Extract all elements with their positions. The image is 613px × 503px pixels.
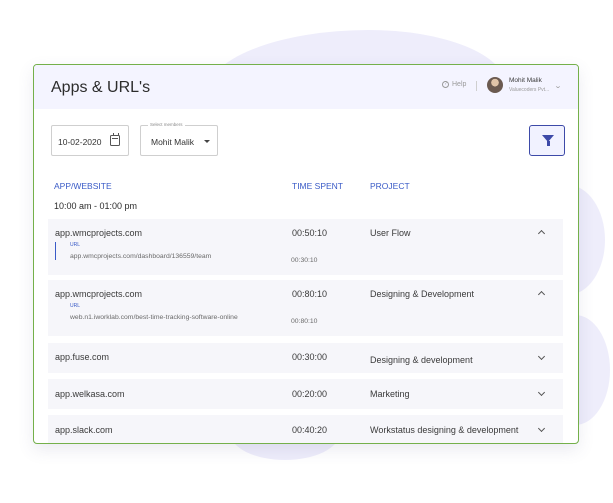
url-value[interactable]: app.wmcprojects.com/dashboard/136559/tea…	[70, 253, 211, 260]
url-label: URL	[70, 242, 81, 248]
table-row[interactable]: app.slack.com 00:40:20 Workstatus design…	[48, 415, 563, 443]
row-project: Designing & Development	[370, 289, 475, 299]
caret-down-icon	[204, 140, 210, 143]
chevron-down-icon[interactable]	[537, 352, 546, 361]
filter-icon	[542, 135, 554, 146]
page-title: Apps & URL's	[51, 79, 151, 96]
url-time: 00:80:10	[291, 318, 318, 325]
calendar-icon[interactable]	[110, 133, 120, 146]
row-app: app.wmcprojects.com	[55, 228, 143, 238]
card-header: Apps & URL's ? Help Mohit Malik Valuecod…	[34, 65, 578, 109]
table-row[interactable]: app.welkasa.com 00:20:00 Marketing	[48, 379, 563, 409]
member-select[interactable]: Select members Mohit Malik	[140, 122, 218, 156]
row-time: 00:40:20	[292, 425, 328, 435]
header-divider	[476, 81, 477, 91]
row-project: Workstatus designing & development	[370, 425, 519, 435]
row-app: app.welkasa.com	[55, 389, 125, 399]
column-header-time: TIME SPENT	[292, 181, 344, 191]
user-name[interactable]: Mohit Malik	[509, 77, 542, 84]
help-label: Help	[452, 81, 467, 88]
row-project: Designing & development	[370, 355, 473, 365]
row-time: 00:80:10	[292, 289, 328, 299]
chevron-down-icon[interactable]	[537, 388, 546, 397]
time-slot-label: 10:00 am - 01:00 pm	[54, 201, 138, 211]
url-value[interactable]: web.n1.iworklab.com/best-time-tracking-s…	[70, 314, 238, 321]
apps-urls-card: Apps & URL's ? Help Mohit Malik Valuecod…	[33, 64, 579, 444]
table-row[interactable]: app.fuse.com 00:30:00 Designing & develo…	[48, 343, 563, 373]
date-value: 10-02-2020	[58, 137, 102, 147]
chevron-up-icon[interactable]	[537, 290, 546, 299]
user-company: Valuecoders Pvt...	[509, 87, 550, 93]
row-project: Marketing	[370, 389, 410, 399]
row-url-detail: URL app.wmcprojects.com/dashboard/136559…	[55, 242, 211, 260]
member-select-value: Mohit Malik	[151, 137, 194, 147]
row-url-detail: URL web.n1.iworklab.com/best-time-tracki…	[55, 303, 238, 321]
row-time: 00:30:00	[292, 352, 328, 362]
row-time: 00:20:00	[292, 389, 328, 399]
chevron-up-icon[interactable]	[537, 229, 546, 238]
table-row[interactable]: app.wmcprojects.com 00:50:10 User Flow U…	[48, 219, 563, 275]
chevron-down-icon[interactable]	[537, 424, 546, 433]
user-menu-chevron-icon[interactable]: ⌄	[554, 82, 562, 90]
column-header-app: APP/WEBSITE	[54, 181, 112, 191]
date-picker[interactable]: 10-02-2020	[51, 125, 129, 156]
row-time: 00:50:10	[292, 228, 328, 238]
member-select-label: Select members	[148, 122, 185, 127]
column-header-project: PROJECT	[370, 181, 410, 191]
help-link[interactable]: ? Help	[442, 81, 466, 88]
help-icon: ?	[442, 81, 449, 88]
row-app: app.slack.com	[55, 425, 113, 435]
table-row[interactable]: app.wmcprojects.com 00:80:10 Designing &…	[48, 280, 563, 336]
filter-button[interactable]	[529, 125, 565, 156]
row-app: app.fuse.com	[55, 352, 110, 362]
row-project: User Flow	[370, 228, 411, 238]
url-label: URL	[70, 303, 81, 309]
row-app: app.wmcprojects.com	[55, 289, 143, 299]
avatar[interactable]	[487, 77, 503, 93]
url-time: 00:30:10	[291, 257, 318, 264]
